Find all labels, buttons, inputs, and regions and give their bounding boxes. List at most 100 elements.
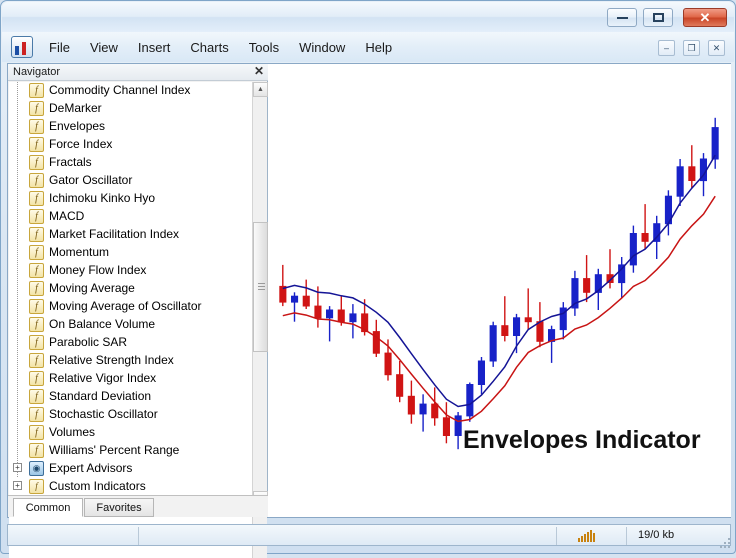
tree-item-money-flow-index[interactable]: f Money Flow Index	[9, 261, 252, 279]
status-bar: 19/0 kb	[7, 524, 731, 546]
menu-charts[interactable]: Charts	[181, 36, 237, 59]
minimize-icon	[616, 16, 628, 19]
tree-item-label: Expert Advisors	[49, 461, 133, 475]
tab-favorites[interactable]: Favorites	[84, 498, 154, 517]
navigator-close-icon[interactable]: ✕	[254, 65, 264, 78]
status-separator	[626, 527, 627, 545]
status-separator	[556, 527, 557, 545]
status-separator	[138, 527, 139, 545]
indicator-icon: f	[29, 406, 44, 422]
navigator-tree[interactable]: f Commodity Channel Index f DeMarker f E…	[9, 82, 252, 558]
app-logo-icon	[11, 36, 33, 58]
tree-item-label: Moving Average	[49, 281, 135, 295]
tree-item-macd[interactable]: f MACD	[9, 207, 252, 225]
custom-indicators-icon: f	[29, 478, 44, 494]
chart-area[interactable]: Envelopes Indicator	[269, 64, 731, 517]
mdi-close-button[interactable]: ✕	[708, 40, 725, 56]
tree-item-standard-deviation[interactable]: f Standard Deviation	[9, 387, 252, 405]
tree-item-custom-indicators[interactable]: + f Custom Indicators	[9, 477, 252, 495]
chart-title-label: Envelopes Indicator	[463, 426, 701, 454]
tree-item-ichimoku-kinko-hyo[interactable]: f Ichimoku Kinko Hyo	[9, 189, 252, 207]
tree-item-label: DeMarker	[49, 101, 102, 115]
window-maximize-button[interactable]	[643, 8, 673, 27]
tree-item-demarker[interactable]: f DeMarker	[9, 99, 252, 117]
menu-window[interactable]: Window	[290, 36, 354, 59]
tree-item-fractals[interactable]: f Fractals	[9, 153, 252, 171]
tree-item-label: Relative Vigor Index	[49, 371, 157, 385]
tree-item-label: Stochastic Oscillator	[49, 407, 158, 421]
navigator-tabs: Common Favorites	[8, 495, 268, 517]
indicator-icon: f	[29, 82, 44, 98]
indicator-icon: f	[29, 190, 44, 206]
menu-insert[interactable]: Insert	[129, 36, 180, 59]
maximize-icon	[652, 13, 664, 22]
tree-item-label: Momentum	[49, 245, 110, 259]
main-window: ✕ File View Insert Charts Tools Window H…	[0, 0, 736, 558]
indicator-icon: f	[29, 100, 44, 116]
indicator-icon: f	[29, 280, 44, 296]
client-area: Navigator ✕ f Commodity Channel Index f …	[7, 63, 731, 558]
tree-item-label: On Balance Volume	[49, 317, 156, 331]
menu-file[interactable]: File	[40, 36, 79, 59]
window-minimize-button[interactable]	[607, 8, 637, 27]
tree-item-market-facilitation-index[interactable]: f Market Facilitation Index	[9, 225, 252, 243]
mdi-minimize-button[interactable]: –	[658, 40, 675, 56]
tree-item-parabolic-sar[interactable]: f Parabolic SAR	[9, 333, 252, 351]
indicator-icon: f	[29, 244, 44, 260]
tab-common[interactable]: Common	[13, 498, 83, 517]
indicator-icon: f	[29, 118, 44, 134]
scroll-up-icon[interactable]: ▲	[253, 82, 268, 97]
menu-help[interactable]: Help	[356, 36, 401, 59]
navigator-panel: Navigator ✕ f Commodity Channel Index f …	[8, 64, 268, 558]
menu-bar: File View Insert Charts Tools Window Hel…	[2, 32, 734, 62]
tree-item-momentum[interactable]: f Momentum	[9, 243, 252, 261]
tree-item-moving-average-of-oscillator[interactable]: f Moving Average of Oscillator	[9, 297, 252, 315]
tree-item-label: Envelopes	[49, 119, 106, 133]
mdi-restore-button[interactable]: ❐	[683, 40, 700, 56]
tree-item-label: Volumes	[49, 425, 96, 439]
tree-item-relative-vigor-index[interactable]: f Relative Vigor Index	[9, 369, 252, 387]
tree-item-moving-average[interactable]: f Moving Average	[9, 279, 252, 297]
indicator-icon: f	[29, 262, 44, 278]
menu-tools[interactable]: Tools	[240, 36, 288, 59]
indicator-icon: f	[29, 424, 44, 440]
resize-grip[interactable]	[720, 538, 732, 550]
indicator-icon: f	[29, 352, 44, 368]
tree-item-label: Parabolic SAR	[49, 335, 128, 349]
navigator-title: Navigator	[13, 66, 61, 78]
menu-view[interactable]: View	[81, 36, 127, 59]
indicator-icon: f	[29, 136, 44, 152]
tree-item-on-balance-volume[interactable]: f On Balance Volume	[9, 315, 252, 333]
tree-item-label: Market Facilitation Index	[49, 227, 180, 241]
tree-item-stochastic-oscillator[interactable]: f Stochastic Oscillator	[9, 405, 252, 423]
tree-item-label: Custom Indicators	[49, 479, 146, 493]
tree-item-label: Ichimoku Kinko Hyo	[49, 191, 156, 205]
tree-item-williams-percent-range[interactable]: f Williams' Percent Range	[9, 441, 252, 459]
expander-icon[interactable]: +	[13, 463, 22, 472]
tree-item-label: Force Index	[49, 137, 113, 151]
tree-item-label: Money Flow Index	[49, 263, 147, 277]
window-close-button[interactable]: ✕	[683, 8, 727, 27]
scrollbar-thumb[interactable]	[253, 222, 268, 352]
indicator-icon: f	[29, 316, 44, 332]
indicator-icon: f	[29, 388, 44, 404]
close-icon: ✕	[699, 10, 711, 25]
tree-item-envelopes[interactable]: f Envelopes	[9, 117, 252, 135]
navigator-scrollbar[interactable]: ▲ ▼	[252, 82, 268, 558]
tree-item-expert-advisors[interactable]: + ◉ Expert Advisors	[9, 459, 252, 477]
tree-item-label: Relative Strength Index	[49, 353, 174, 367]
signal-bars-icon	[578, 530, 595, 542]
navigator-header: Navigator ✕	[8, 64, 268, 81]
status-traffic-size: 19/0 kb	[638, 529, 675, 541]
tree-item-force-index[interactable]: f Force Index	[9, 135, 252, 153]
expander-icon[interactable]: +	[13, 481, 22, 490]
tree-item-label: Gator Oscillator	[49, 173, 133, 187]
indicator-icon: f	[29, 154, 44, 170]
indicator-icon: f	[29, 442, 44, 458]
tree-item-gator-oscillator[interactable]: f Gator Oscillator	[9, 171, 252, 189]
tree-item-volumes[interactable]: f Volumes	[9, 423, 252, 441]
tree-item-commodity-channel-index[interactable]: f Commodity Channel Index	[9, 82, 252, 99]
tree-item-relative-strength-index[interactable]: f Relative Strength Index	[9, 351, 252, 369]
indicator-icon: f	[29, 208, 44, 224]
title-bar: ✕	[2, 2, 734, 32]
